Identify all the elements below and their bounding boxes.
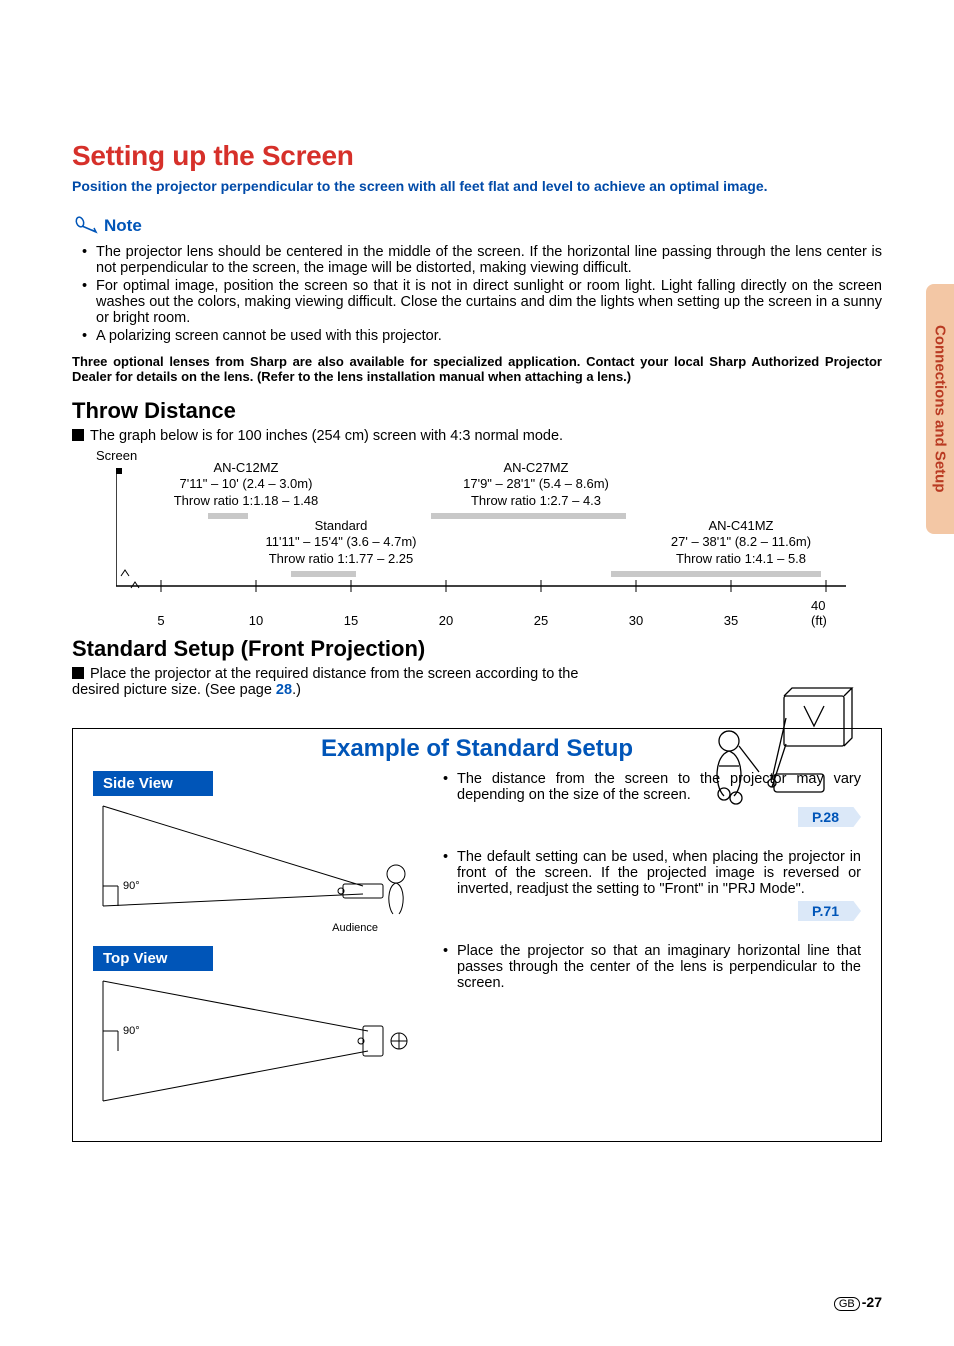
lens-name: Standard	[246, 518, 436, 534]
tick: 35	[724, 613, 738, 628]
tick: 10	[249, 613, 263, 628]
tick: 30	[629, 613, 643, 628]
lens-range: 17'9" – 28'1" (5.4 – 8.6m)	[436, 476, 636, 492]
audience-label: Audience	[332, 922, 378, 934]
page-xref[interactable]: 28	[276, 682, 292, 698]
page-title: Setting up the Screen	[72, 140, 882, 172]
lens-range: 7'11" – 10' (2.4 – 3.0m)	[156, 476, 336, 492]
lead-text: Position the projector perpendicular to …	[72, 178, 882, 194]
lens-ratio: Throw ratio 1:1.77 – 2.25	[246, 551, 436, 567]
example-item: Place the projector so that an imaginary…	[443, 943, 861, 991]
square-bullet-icon	[72, 667, 84, 679]
page-ref-link[interactable]: P.71	[798, 901, 861, 921]
lens-range: 27' – 38'1" (8.2 – 11.6m)	[641, 534, 841, 550]
lens-availability-note: Three optional lenses from Sharp are als…	[72, 354, 882, 384]
lens-ratio: Throw ratio 1:4.1 – 5.8	[641, 551, 841, 567]
side-view-figure: 90° Audience	[93, 796, 423, 946]
standard-setup-text: Place the projector at the required dist…	[72, 666, 578, 698]
section-tab-label: Connections and Setup	[932, 325, 949, 493]
note-item: A polarizing screen cannot be used with …	[82, 328, 882, 344]
tick: 40 (ft)	[811, 598, 841, 628]
example-item: The distance from the screen to the proj…	[443, 771, 861, 827]
throw-distance-diagram: Screen AN-C12MZ 7'11" – 10' (2.4 – 3.0m)…	[86, 448, 856, 628]
square-bullet-icon	[72, 429, 84, 441]
lens-range: 11'11" – 15'4" (3.6 – 4.7m)	[246, 534, 436, 550]
angle-label: 90°	[123, 1025, 140, 1037]
standard-setup-heading: Standard Setup (Front Projection)	[72, 636, 882, 662]
page-number: -27	[862, 1294, 882, 1310]
tick: 20	[439, 613, 453, 628]
note-icon	[72, 214, 98, 238]
lens-ratio: Throw ratio 1:1.18 – 1.48	[156, 493, 336, 509]
tick: 25	[534, 613, 548, 628]
lens-name: AN-C12MZ	[156, 460, 336, 476]
lens-name: AN-C27MZ	[436, 460, 636, 476]
lens-ratio: Throw ratio 1:2.7 – 4.3	[436, 493, 636, 509]
example-item: The default setting can be used, when pl…	[443, 849, 861, 921]
example-box: Example of Standard Setup Side View	[72, 728, 882, 1142]
note-item: For optimal image, position the screen s…	[82, 278, 882, 326]
throw-distance-heading: Throw Distance	[72, 398, 882, 424]
note-item: The projector lens should be centered in…	[82, 244, 882, 276]
tick: 15	[344, 613, 358, 628]
angle-label: 90°	[123, 880, 140, 892]
side-view-label: Side View	[93, 771, 213, 796]
screen-label: Screen	[96, 448, 137, 463]
region-badge: GB	[834, 1297, 860, 1311]
note-label: Note	[104, 216, 142, 236]
page-footer: GB-27	[834, 1294, 882, 1310]
section-tab: Connections and Setup	[926, 284, 954, 534]
throw-intro: The graph below is for 100 inches (254 c…	[90, 428, 563, 444]
lens-name: AN-C41MZ	[641, 518, 841, 534]
tick: 5	[157, 613, 164, 628]
top-view-figure: 90°	[93, 971, 423, 1121]
top-view-label: Top View	[93, 946, 213, 971]
page-ref-link[interactable]: P.28	[798, 807, 861, 827]
